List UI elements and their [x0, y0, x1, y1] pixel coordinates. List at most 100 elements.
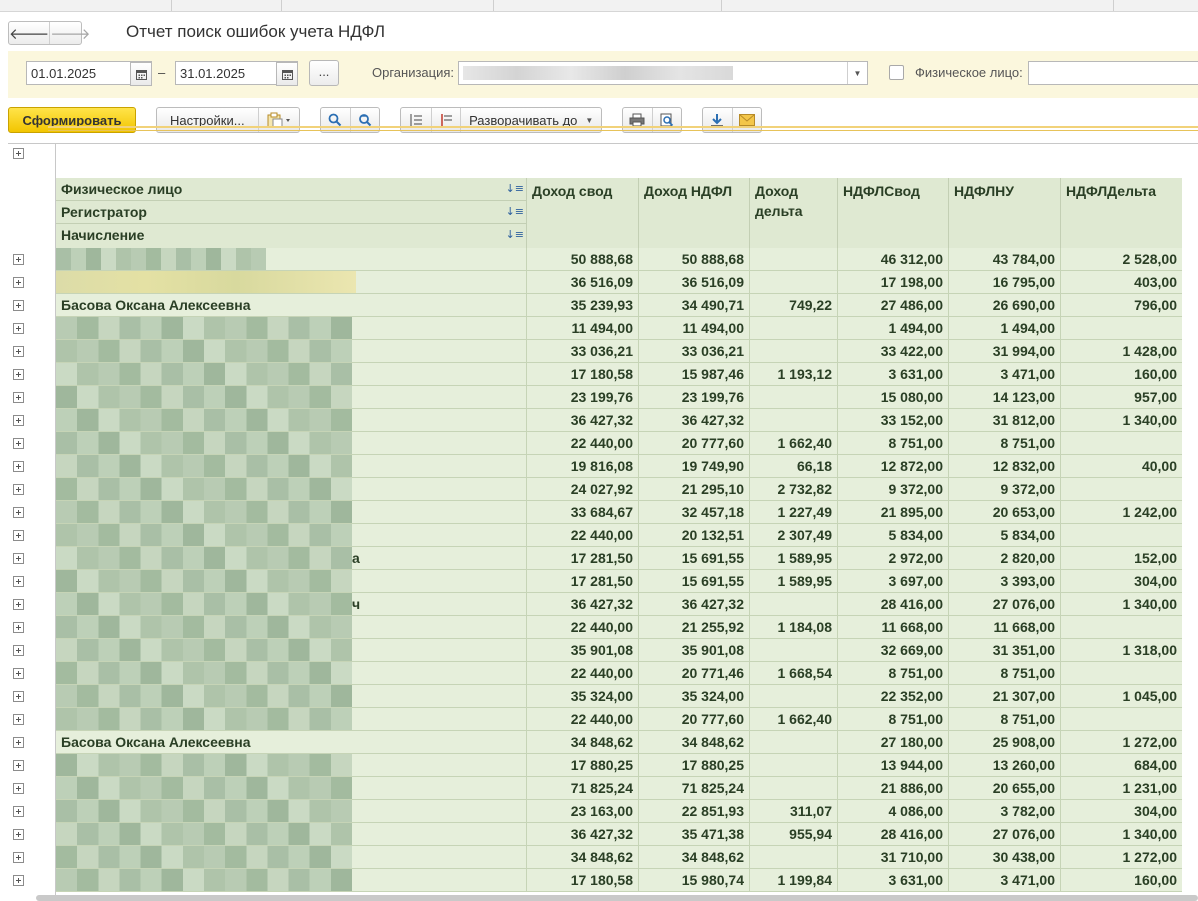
settings-button[interactable]: Настройки...	[157, 108, 258, 132]
table-cell-income-total[interactable]: 22 440,00	[526, 432, 638, 454]
date-to-calendar-button[interactable]	[276, 62, 298, 86]
forward-button[interactable]: 🡒	[49, 22, 90, 44]
table-cell-ndfl-total[interactable]: 27 486,00	[837, 294, 948, 316]
find-next-button[interactable]	[349, 108, 379, 132]
table-cell-ndfl-tax[interactable]: 2 820,00	[948, 547, 1060, 569]
table-cell-ndfl-tax[interactable]: 21 307,00	[948, 685, 1060, 707]
table-cell-ndfl-delta[interactable]	[1060, 432, 1182, 454]
table-cell-ndfl-tax[interactable]: 1 494,00	[948, 317, 1060, 339]
print-button[interactable]	[623, 108, 652, 132]
table-row[interactable]: 34 848,62 34 848,62 31 710,00 30 438,00 1 27…	[56, 846, 1182, 869]
table-cell-ndfl-tax[interactable]: 3 782,00	[948, 800, 1060, 822]
sort-icon[interactable]: ↓≡	[506, 205, 524, 218]
table-cell-ndfl-delta[interactable]: 304,00	[1060, 570, 1182, 592]
table-cell-income-ndfl[interactable]: 36 516,09	[638, 271, 749, 293]
table-cell-ndfl-total[interactable]: 15 080,00	[837, 386, 948, 408]
table-cell-income-ndfl[interactable]: 33 036,21	[638, 340, 749, 362]
plus-box-icon[interactable]	[13, 484, 24, 495]
table-cell-income-total[interactable]: 23 163,00	[526, 800, 638, 822]
table-cell-ndfl-tax[interactable]: 16 795,00	[948, 271, 1060, 293]
table-row[interactable]: 22 440,00 20 777,60 1 662,40 8 751,00 8 751,…	[56, 708, 1182, 731]
table-cell-ndfl-total[interactable]: 46 312,00	[837, 248, 948, 270]
table-cell-income-ndfl[interactable]: 32 457,18	[638, 501, 749, 523]
table-cell-ndfl-delta[interactable]	[1060, 524, 1182, 546]
table-cell-ndfl-tax[interactable]: 3 471,00	[948, 363, 1060, 385]
plus-box-icon[interactable]	[13, 668, 24, 679]
table-cell-income-delta[interactable]: 955,94	[749, 823, 837, 845]
table-cell-income-delta[interactable]: 1 662,40	[749, 708, 837, 730]
table-cell-ndfl-delta[interactable]: 152,00	[1060, 547, 1182, 569]
table-cell-ndfl-tax[interactable]: 5 834,00	[948, 524, 1060, 546]
column-header-ndfl-tax[interactable]: НДФЛНУ	[948, 178, 1060, 248]
table-cell-income-total[interactable]: 17 880,25	[526, 754, 638, 776]
select-period-button[interactable]: ...	[309, 60, 339, 86]
plus-box-icon[interactable]	[13, 875, 24, 886]
plus-box-icon[interactable]	[13, 714, 24, 725]
table-cell-ndfl-tax[interactable]: 20 653,00	[948, 501, 1060, 523]
table-cell-income-delta[interactable]	[749, 754, 837, 776]
table-cell-ndfl-delta[interactable]	[1060, 662, 1182, 684]
table-cell-income-delta[interactable]: 66,18	[749, 455, 837, 477]
plus-box-icon[interactable]	[13, 852, 24, 863]
table-cell-income-delta[interactable]: 311,07	[749, 800, 837, 822]
back-button[interactable]: 🡐	[9, 22, 49, 44]
table-cell-ndfl-tax[interactable]: 8 751,00	[948, 662, 1060, 684]
table-cell-ndfl-total[interactable]: 11 668,00	[837, 616, 948, 638]
sort-icon[interactable]: ↓≡	[506, 182, 524, 195]
table-cell-income-total[interactable]: 22 440,00	[526, 708, 638, 730]
report-spreadsheet[interactable]: Физическое лицо ↓≡ Регистратор ↓≡ Начисл…	[8, 143, 1198, 901]
table-cell-income-delta[interactable]: 1 668,54	[749, 662, 837, 684]
table-cell-income-ndfl[interactable]: 34 848,62	[638, 846, 749, 868]
plus-box-icon[interactable]	[13, 277, 24, 288]
table-cell-ndfl-tax[interactable]: 20 655,00	[948, 777, 1060, 799]
plus-box-icon[interactable]	[13, 461, 24, 472]
column-header-ndfl-delta[interactable]: НДФЛДельта	[1060, 178, 1182, 248]
table-cell-income-delta[interactable]	[749, 731, 837, 753]
table-row[interactable]: 33 036,21 33 036,21 33 422,00 31 994,00 1 42…	[56, 340, 1182, 363]
table-cell-income-ndfl[interactable]: 21 295,10	[638, 478, 749, 500]
table-cell-income-total[interactable]: 17 281,50	[526, 570, 638, 592]
table-cell-income-total[interactable]: 17 180,58	[526, 869, 638, 891]
table-cell-income-total[interactable]: 35 239,93	[526, 294, 638, 316]
table-cell-ndfl-total[interactable]: 28 416,00	[837, 823, 948, 845]
table-cell-ndfl-delta[interactable]: 1 272,00	[1060, 846, 1182, 868]
table-cell-ndfl-total[interactable]: 33 152,00	[837, 409, 948, 431]
plus-box-icon[interactable]	[13, 737, 24, 748]
find-button[interactable]	[321, 108, 350, 132]
table-cell-income-total[interactable]: 17 281,50	[526, 547, 638, 569]
save-button[interactable]	[703, 108, 732, 132]
table-cell-income-total[interactable]: 22 440,00	[526, 616, 638, 638]
plus-box-icon[interactable]	[13, 148, 24, 159]
table-cell-income-ndfl[interactable]: 19 749,90	[638, 455, 749, 477]
plus-box-icon[interactable]	[13, 438, 24, 449]
table-cell-ndfl-delta[interactable]: 1 340,00	[1060, 823, 1182, 845]
table-cell-income-ndfl[interactable]: 15 691,55	[638, 547, 749, 569]
table-cell-ndfl-delta[interactable]: 1 272,00	[1060, 731, 1182, 753]
table-cell-ndfl-total[interactable]: 28 416,00	[837, 593, 948, 615]
plus-box-icon[interactable]	[13, 806, 24, 817]
person-filter-checkbox[interactable]	[889, 65, 904, 80]
table-cell-income-total[interactable]: 36 427,32	[526, 593, 638, 615]
plus-box-icon[interactable]	[13, 392, 24, 403]
table-cell-ndfl-total[interactable]: 3 631,00	[837, 363, 948, 385]
table-cell-ndfl-tax[interactable]: 8 751,00	[948, 432, 1060, 454]
table-cell-income-ndfl[interactable]: 34 848,62	[638, 731, 749, 753]
table-cell-ndfl-total[interactable]: 12 872,00	[837, 455, 948, 477]
table-cell-ndfl-total[interactable]: 22 352,00	[837, 685, 948, 707]
table-cell-income-ndfl[interactable]: 17 880,25	[638, 754, 749, 776]
table-cell-income-ndfl[interactable]: 20 777,60	[638, 432, 749, 454]
table-row[interactable]: 11 494,00 11 494,00 1 494,00 1 494,00	[56, 317, 1182, 340]
table-row[interactable]: Басова Оксана Алексеевна 34 848,62 34 848,…	[56, 731, 1182, 754]
table-cell-ndfl-delta[interactable]: 1 231,00	[1060, 777, 1182, 799]
table-cell-ndfl-delta[interactable]	[1060, 616, 1182, 638]
table-cell-income-total[interactable]: 24 027,92	[526, 478, 638, 500]
table-cell-ndfl-total[interactable]: 8 751,00	[837, 708, 948, 730]
plus-box-icon[interactable]	[13, 507, 24, 518]
table-cell-ndfl-total[interactable]: 31 710,00	[837, 846, 948, 868]
table-cell-income-total[interactable]: 34 848,62	[526, 731, 638, 753]
table-cell-income-delta[interactable]: 749,22	[749, 294, 837, 316]
plus-box-icon[interactable]	[13, 530, 24, 541]
table-cell-income-delta[interactable]	[749, 777, 837, 799]
plus-box-icon[interactable]	[13, 346, 24, 357]
table-cell-income-ndfl[interactable]: 20 771,46	[638, 662, 749, 684]
